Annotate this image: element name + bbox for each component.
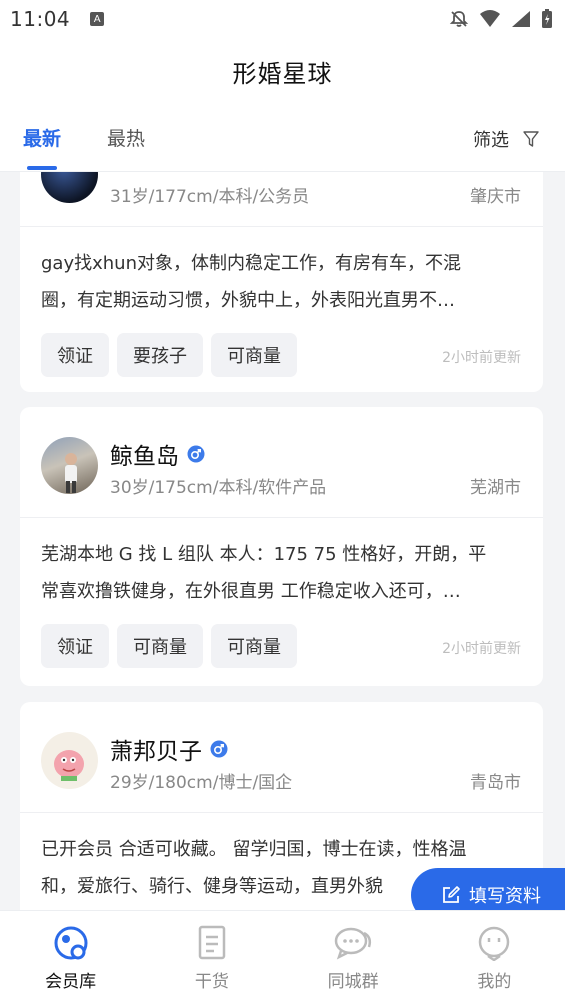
tag-list: 领证 要孩子 可商量 2小时前更新 — [20, 319, 543, 377]
planet-icon — [54, 926, 88, 960]
updated-time: 2小时前更新 — [442, 641, 521, 657]
avatar — [41, 732, 98, 789]
updated-time: 2小时前更新 — [442, 350, 521, 366]
nav-mine[interactable]: 我的 — [424, 911, 565, 1004]
app-header: 形婚星球 — [0, 38, 565, 104]
tag: 领证 — [41, 333, 109, 377]
nav-label: 同城群 — [327, 972, 379, 992]
nav-label: 会员库 — [45, 972, 97, 992]
tab-latest[interactable]: 最新 — [23, 124, 61, 151]
male-icon — [210, 740, 228, 758]
member-meta: 29岁/180cm/博士/国企 — [110, 773, 293, 793]
avatar — [41, 437, 98, 494]
tab-hottest[interactable]: 最热 — [107, 124, 145, 151]
member-card[interactable]: 31岁/177cm/本科/公务员 肇庆市 gay找xhun对象，体制内稳定工作，… — [20, 172, 543, 392]
member-name: 萧邦贝子 — [110, 739, 202, 765]
member-card[interactable]: 鲸鱼岛 30岁/175cm/本科/软件产品 芜湖市 芜湖本地 G 找 L 组队 … — [20, 407, 543, 686]
notification-a-icon: A — [90, 12, 105, 26]
nav-city-group[interactable]: 同城群 — [283, 911, 424, 1004]
member-description: 芜湖本地 G 找 L 组队 本人：175 75 性格好，开朗，平 常喜欢撸铁健身… — [20, 518, 543, 610]
avatar — [41, 172, 98, 203]
member-city: 芜湖市 — [470, 478, 521, 498]
page-title: 形婚星球 — [232, 59, 333, 88]
tag: 领证 — [41, 624, 109, 668]
description-line: 圈，有定期运动习惯，外貌中上，外表阳光直男不… — [41, 290, 455, 311]
member-meta: 30岁/175cm/本科/软件产品 — [110, 478, 327, 498]
battery-icon — [542, 9, 552, 28]
nav-articles[interactable]: 干货 — [141, 911, 282, 1004]
nav-member-library[interactable]: 会员库 — [0, 911, 141, 1004]
nav-label: 我的 — [477, 972, 512, 992]
member-list[interactable]: 31岁/177cm/本科/公务员 肇庆市 gay找xhun对象，体制内稳定工作，… — [0, 172, 565, 910]
edit-icon — [443, 886, 460, 903]
document-icon — [198, 925, 226, 960]
tag-list: 领证 可商量 可商量 2小时前更新 — [20, 610, 543, 668]
member-description: gay找xhun对象，体制内稳定工作，有房有车，不混 圈，有定期运动习惯，外貌中… — [20, 227, 543, 319]
description-line: 芜湖本地 G 找 L 组队 本人：175 75 性格好，开朗，平 — [41, 544, 487, 565]
filter-button[interactable]: 筛选 — [473, 126, 539, 152]
tag: 要孩子 — [117, 333, 203, 377]
bottom-nav: 会员库 干货 同城群 我的 — [0, 910, 565, 1004]
status-time: 11:04 — [10, 7, 71, 31]
wifi-icon — [480, 10, 500, 27]
male-icon — [187, 445, 205, 463]
filter-icon — [523, 131, 539, 147]
status-bar: 11:04 A — [0, 0, 565, 38]
description-line: 已开会员 合适可收藏。 留学归国，博士在读，性格温 — [41, 839, 467, 860]
tag: 可商量 — [211, 333, 297, 377]
nav-label: 干货 — [194, 972, 229, 992]
tag: 可商量 — [117, 624, 203, 668]
description-line: 常喜欢撸铁健身，在外很直男 工作稳定收入还可，… — [41, 581, 461, 602]
member-city: 青岛市 — [470, 773, 521, 793]
signal-icon — [512, 11, 530, 27]
active-tab-indicator — [27, 166, 57, 170]
member-city: 肇庆市 — [470, 187, 521, 207]
member-name: 鲸鱼岛 — [110, 444, 179, 470]
description-line: gay找xhun对象，体制内稳定工作，有房有车，不混 — [41, 253, 461, 274]
fab-label: 填写资料 — [469, 886, 541, 907]
tag: 可商量 — [211, 624, 297, 668]
chat-group-icon — [334, 927, 372, 960]
mute-icon — [449, 11, 469, 27]
profile-icon — [479, 926, 510, 961]
filter-label: 筛选 — [473, 130, 509, 151]
tab-bar: 最新 最热 筛选 — [0, 104, 565, 172]
member-meta: 31岁/177cm/本科/公务员 — [110, 187, 310, 207]
